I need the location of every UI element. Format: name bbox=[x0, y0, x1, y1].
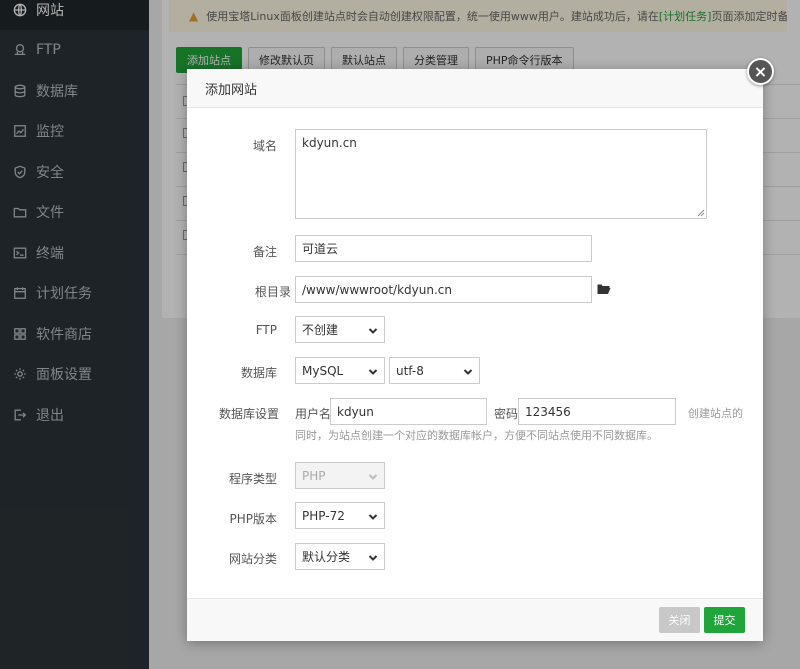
db-settings-label: 数据库设置 bbox=[218, 407, 279, 421]
db-hint-right: 创建站点的 bbox=[688, 407, 743, 420]
domain-textarea[interactable]: kdyun.cn bbox=[295, 129, 707, 219]
resize-grip-icon[interactable] bbox=[697, 209, 705, 217]
submit-button[interactable]: 提交 bbox=[704, 607, 745, 633]
site-category-value: 默认分类 bbox=[302, 550, 351, 564]
site-category-select[interactable]: 默认分类 bbox=[295, 543, 385, 570]
chevron-down-icon bbox=[368, 366, 378, 376]
ftp-value: 不创建 bbox=[302, 323, 339, 337]
remark-label: 备注 bbox=[252, 245, 277, 259]
program-type-select: PHP bbox=[295, 462, 385, 489]
ftp-label: FTP bbox=[255, 323, 277, 337]
db-password-input[interactable]: 123456 bbox=[518, 398, 676, 425]
chevron-down-icon bbox=[368, 325, 378, 335]
php-version-label: PHP版本 bbox=[229, 512, 278, 526]
chevron-down-icon bbox=[368, 471, 378, 481]
root-dir-label: 根目录 bbox=[254, 285, 291, 299]
db-password-label: 密码 bbox=[494, 407, 519, 421]
ftp-select[interactable]: 不创建 bbox=[295, 316, 385, 343]
db-password-value: 123456 bbox=[525, 404, 571, 419]
root-dir-value: /www/wwwroot/kdyun.cn bbox=[302, 282, 452, 297]
chevron-down-icon bbox=[368, 552, 378, 562]
folder-open-icon[interactable] bbox=[597, 283, 611, 295]
site-category-label: 网站分类 bbox=[228, 552, 277, 566]
close-button[interactable]: 关闭 bbox=[659, 607, 700, 633]
db-hint-below: 同时，为站点创建一个对应的数据库帐户，方便不同站点使用不同数据库。 bbox=[295, 429, 658, 442]
db-user-label: 用户名 bbox=[295, 407, 332, 421]
domain-label: 域名 bbox=[252, 139, 277, 153]
dialog-title: 添加网站 bbox=[205, 82, 258, 98]
close-icon[interactable]: × bbox=[747, 58, 774, 85]
dialog-header: 添加网站 bbox=[187, 69, 763, 108]
database-type-select[interactable]: MySQL bbox=[295, 357, 385, 384]
db-user-input[interactable]: kdyun bbox=[330, 398, 487, 425]
root-dir-input[interactable]: /www/wwwroot/kdyun.cn bbox=[295, 276, 592, 303]
database-label: 数据库 bbox=[240, 366, 277, 380]
php-version-select[interactable]: PHP-72 bbox=[295, 502, 385, 529]
database-charset-value: utf-8 bbox=[396, 363, 424, 378]
remark-value: 可道云 bbox=[302, 242, 339, 256]
database-charset-select[interactable]: utf-8 bbox=[389, 357, 480, 384]
dialog-footer: 关闭 提交 bbox=[187, 598, 763, 641]
db-user-value: kdyun bbox=[337, 404, 374, 419]
domain-value: kdyun.cn bbox=[302, 136, 357, 150]
program-type-label: 程序类型 bbox=[228, 472, 277, 486]
chevron-down-icon bbox=[368, 511, 378, 521]
remark-input[interactable]: 可道云 bbox=[295, 235, 592, 262]
php-version-value: PHP-72 bbox=[302, 508, 345, 523]
add-site-dialog: 添加网站 域名 kdyun.cn 备注 可道云 根目录 /www/wwwroot… bbox=[187, 69, 763, 641]
chevron-down-icon bbox=[463, 366, 473, 376]
database-type-value: MySQL bbox=[302, 363, 344, 378]
program-type-value: PHP bbox=[302, 468, 326, 483]
